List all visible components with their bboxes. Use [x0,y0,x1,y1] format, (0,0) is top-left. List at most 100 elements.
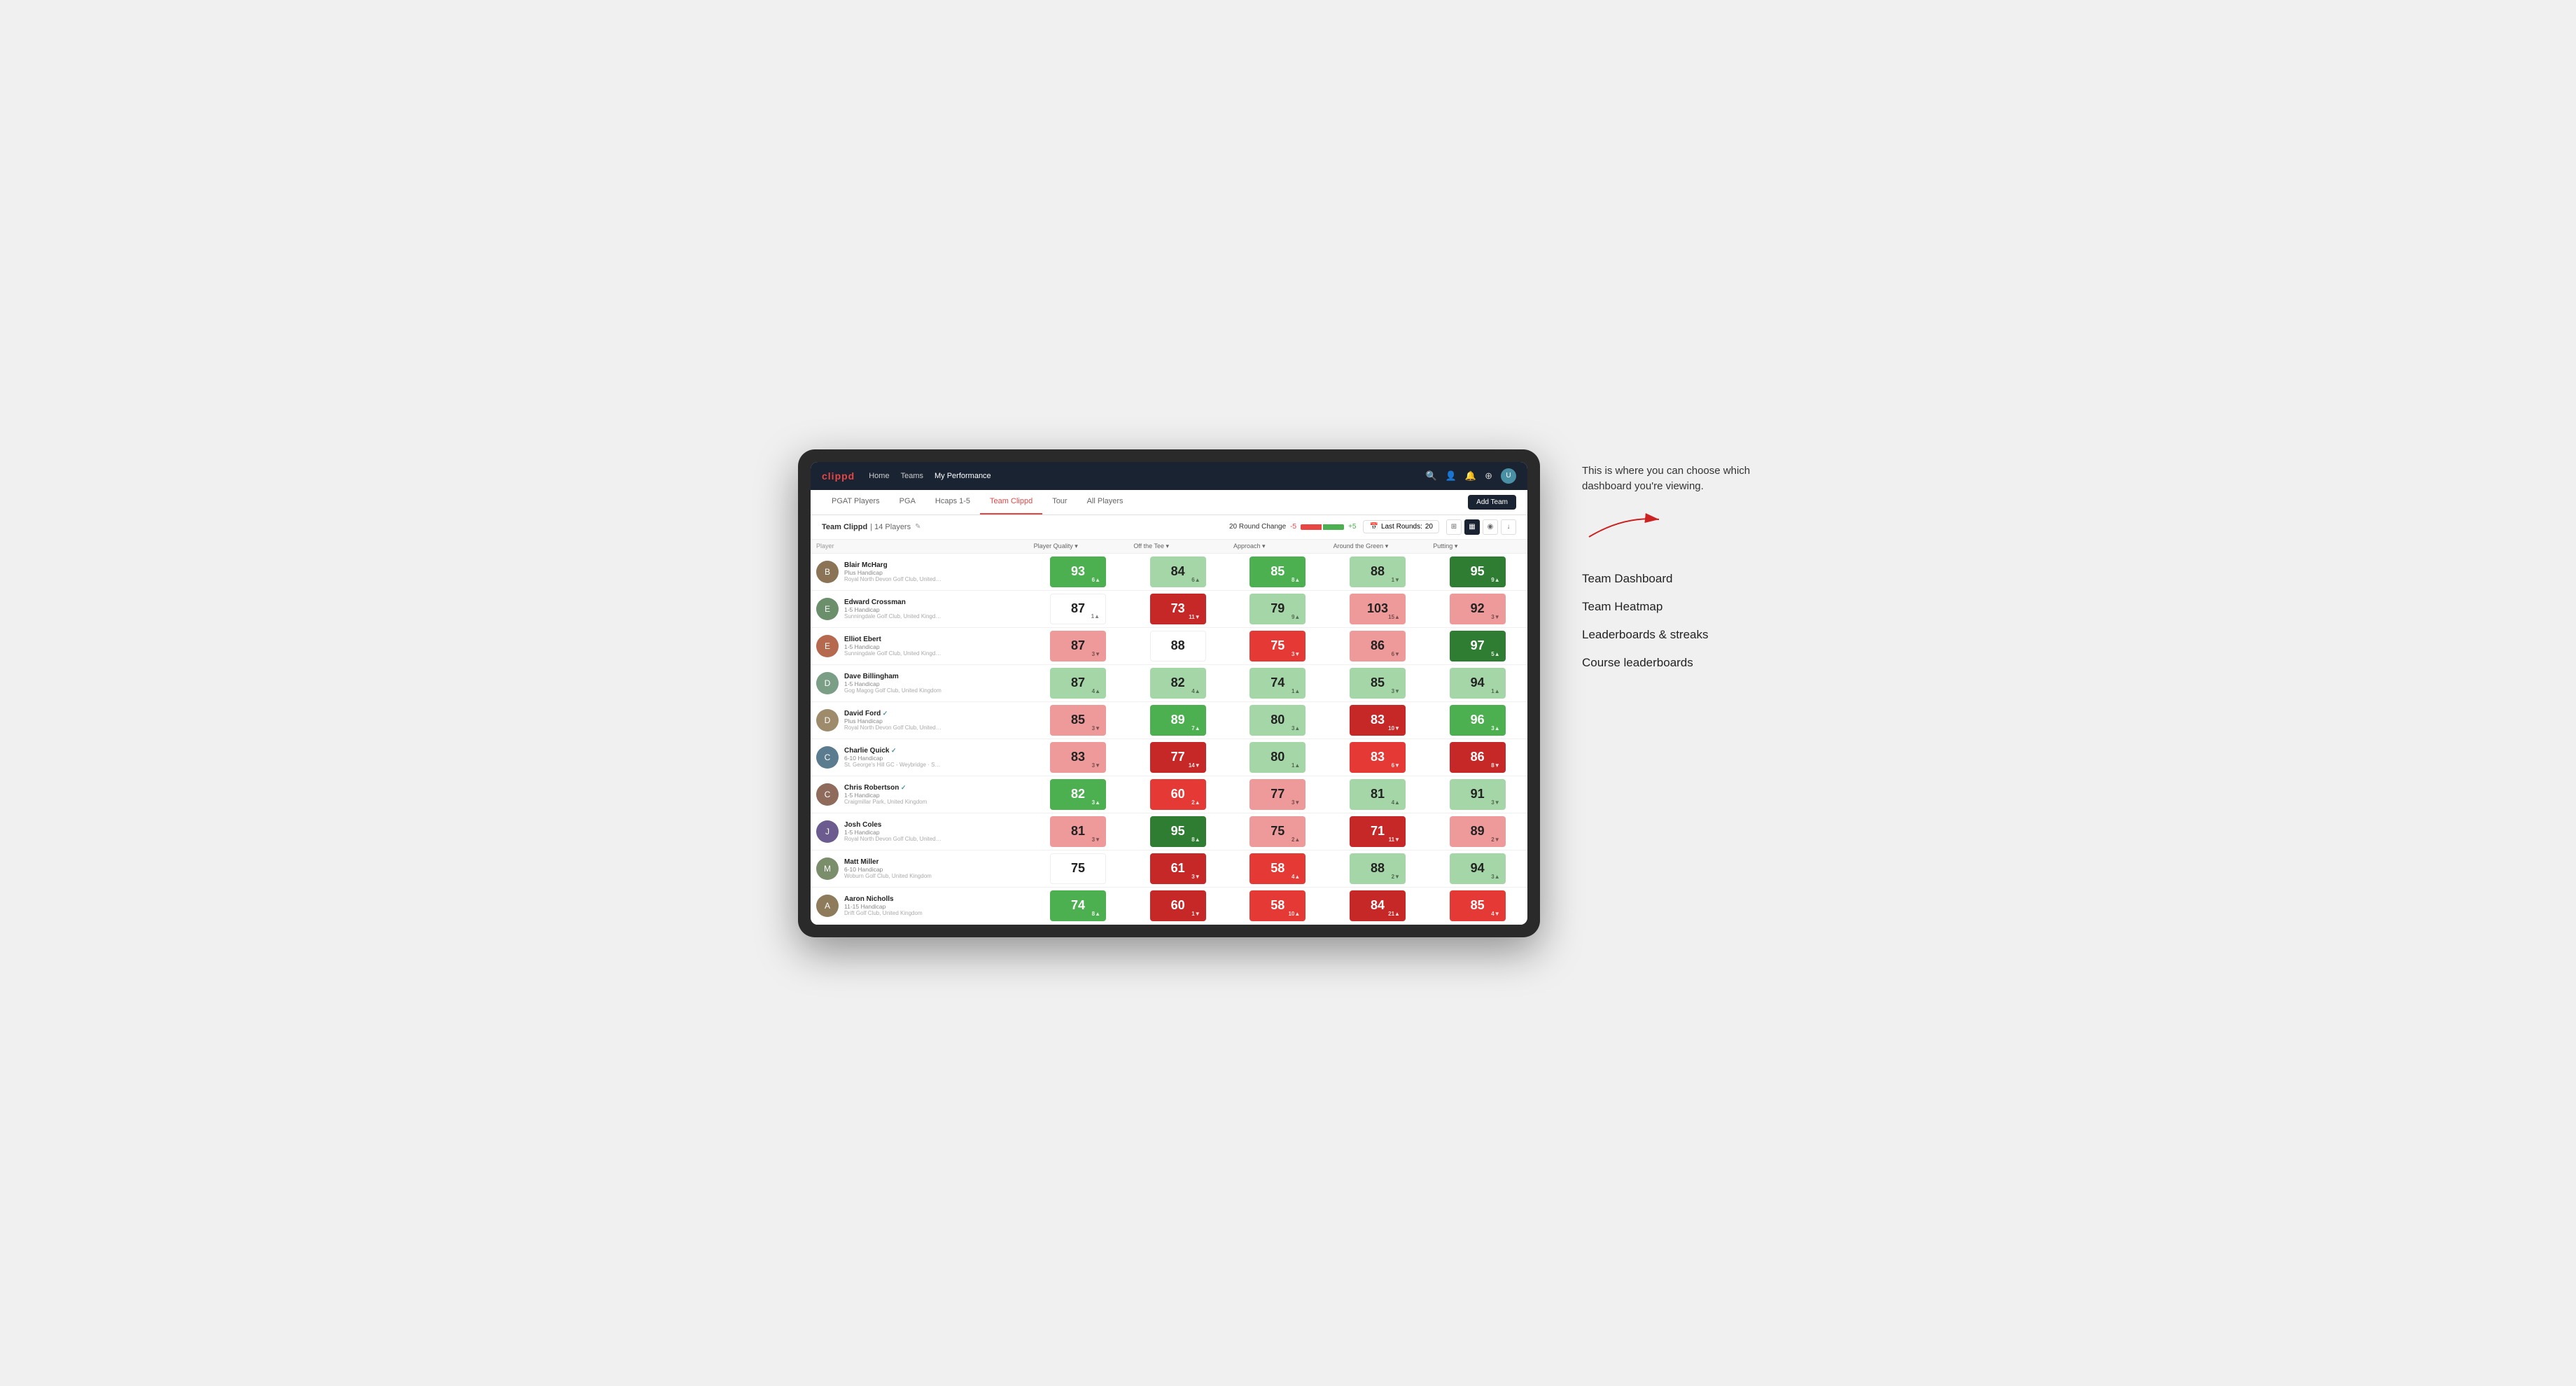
table-row[interactable]: CChris Robertson ✓1-5 HandicapCraigmilla… [811,776,1527,813]
score-value: 103 [1367,601,1388,616]
heatmap-view-button[interactable]: ◉ [1483,519,1498,535]
table-row[interactable]: AAaron Nicholls11-15 HandicapDrift Golf … [811,887,1527,924]
score-cell-0: 748▲ [1028,887,1128,924]
score-change: 14▼ [1189,762,1200,769]
score-cell-4: 959▲ [1427,553,1527,590]
score-box: 813▼ [1050,816,1106,847]
score-change: 6▲ [1191,577,1200,583]
player-avatar: C [816,746,839,769]
score-box: 975▲ [1450,631,1506,662]
quality-header: Player Quality ▾ [1034,542,1078,550]
score-value: 74 [1071,898,1085,913]
bell-icon[interactable]: 🔔 [1465,470,1476,482]
score-box: 613▼ [1150,853,1206,884]
score-change: 8▲ [1292,577,1300,583]
score-value: 87 [1071,638,1085,653]
view-icons: ⊞ ▦ ◉ ↓ [1446,519,1516,535]
score-value: 75 [1270,638,1284,653]
score-cell-1: 824▲ [1128,664,1228,701]
score-box: 853▼ [1050,705,1106,736]
score-box: 752▲ [1250,816,1306,847]
grid-view-button[interactable]: ⊞ [1446,519,1462,535]
score-value: 87 [1071,601,1085,616]
score-box: 836▼ [1350,742,1406,773]
annotation-intro: This is where you can choose which dashb… [1582,463,1778,495]
round-change: 20 Round Change -5 +5 [1229,523,1357,531]
score-cell-1: 601▼ [1128,887,1228,924]
table-row[interactable]: CCharlie Quick ✓6-10 HandicapSt. George'… [811,738,1527,776]
table-row[interactable]: EElliot Ebert1-5 HandicapSunningdale Gol… [811,627,1527,664]
score-change: 1▼ [1191,911,1200,917]
score-value: 81 [1371,787,1385,802]
download-button[interactable]: ↓ [1501,519,1516,535]
table-row[interactable]: BBlair McHargPlus HandicapRoyal North De… [811,553,1527,590]
score-cell-0: 823▲ [1028,776,1128,813]
player-name: Aaron Nicholls [844,895,923,903]
player-handicap: 1-5 Handicap [844,680,941,687]
score-box: 7111▼ [1350,816,1406,847]
score-box: 823▲ [1050,779,1106,810]
score-change: 9▲ [1491,577,1499,583]
score-value: 86 [1371,638,1385,653]
score-box: 601▼ [1150,890,1206,921]
th-putting[interactable]: Putting ▾ [1427,540,1527,554]
th-approach[interactable]: Approach ▾ [1228,540,1328,554]
score-box: 923▼ [1450,594,1506,624]
add-team-button[interactable]: Add Team [1468,495,1516,510]
tab-tour[interactable]: Tour [1042,489,1077,514]
player-handicap: 6-10 Handicap [844,866,932,873]
player-avatar: M [816,858,839,880]
score-cell-2: 858▲ [1228,553,1328,590]
player-name: Matt Miller [844,858,932,866]
score-cell-4: 975▲ [1427,627,1527,664]
player-club: Royal North Devon Golf Club, United King… [844,576,942,582]
verified-icon: ✓ [881,710,888,717]
nav-teams[interactable]: Teams [901,469,923,483]
score-value: 89 [1171,713,1185,727]
score-cell-2: 5810▲ [1228,887,1328,924]
th-green[interactable]: Around the Green ▾ [1328,540,1428,554]
table-row[interactable]: DDavid Ford ✓Plus HandicapRoyal North De… [811,701,1527,738]
score-cell-4: 892▼ [1427,813,1527,850]
list-view-button[interactable]: ▦ [1464,519,1480,535]
player-name: Charlie Quick ✓ [844,747,942,755]
score-cell-0: 871▲ [1028,590,1128,627]
player-info: Chris Robertson ✓1-5 HandicapCraigmillar… [844,784,927,805]
search-icon[interactable]: 🔍 [1426,470,1437,482]
player-handicap: 1-5 Handicap [844,606,942,613]
score-box: 892▼ [1450,816,1506,847]
user-icon[interactable]: 👤 [1446,470,1457,482]
user-avatar[interactable]: U [1501,468,1516,484]
page-wrapper: clippd Home Teams My Performance 🔍 👤 🔔 ⊕… [798,449,1778,937]
table-row[interactable]: DDave Billingham1-5 HandicapGog Magog Go… [811,664,1527,701]
edit-team-icon[interactable]: ✎ [915,523,920,531]
score-change: 3▼ [1191,874,1200,880]
tab-all-players[interactable]: All Players [1077,489,1133,514]
nav-my-performance[interactable]: My Performance [934,469,991,483]
score-cell-2: 773▼ [1228,776,1328,813]
table-row[interactable]: JJosh Coles1-5 HandicapRoyal North Devon… [811,813,1527,850]
score-change: 3▼ [1092,651,1100,657]
player-info: Matt Miller6-10 HandicapWoburn Golf Club… [844,858,932,879]
score-cell-1: 7311▼ [1128,590,1228,627]
score-cell-3: 8421▲ [1328,887,1428,924]
player-cell: JJosh Coles1-5 HandicapRoyal North Devon… [811,813,1028,850]
nav-home[interactable]: Home [869,469,889,483]
green-header: Around the Green ▾ [1334,542,1389,550]
tab-pgat-players[interactable]: PGAT Players [822,489,890,514]
tab-team-clippd[interactable]: Team Clippd [980,489,1042,514]
player-cell: CChris Robertson ✓1-5 HandicapCraigmilla… [811,776,1028,813]
settings-icon[interactable]: ⊕ [1485,470,1492,482]
tab-hcaps[interactable]: Hcaps 1-5 [925,489,980,514]
last-rounds-button[interactable]: 📅 Last Rounds: 20 [1363,520,1439,533]
tab-pga[interactable]: PGA [890,489,925,514]
score-cell-3: 814▲ [1328,776,1428,813]
th-tee[interactable]: Off the Tee ▾ [1128,540,1228,554]
annotation-item-1: Team Heatmap [1582,593,1778,621]
main-nav: Home Teams My Performance [869,469,1411,483]
table-row[interactable]: MMatt Miller6-10 HandicapWoburn Golf Clu… [811,850,1527,887]
score-cell-0: 936▲ [1028,553,1128,590]
table-row[interactable]: EEdward Crossman1-5 HandicapSunningdale … [811,590,1527,627]
player-table: Player Player Quality ▾ Off the Tee ▾ Ap… [811,540,1527,925]
th-quality[interactable]: Player Quality ▾ [1028,540,1128,554]
